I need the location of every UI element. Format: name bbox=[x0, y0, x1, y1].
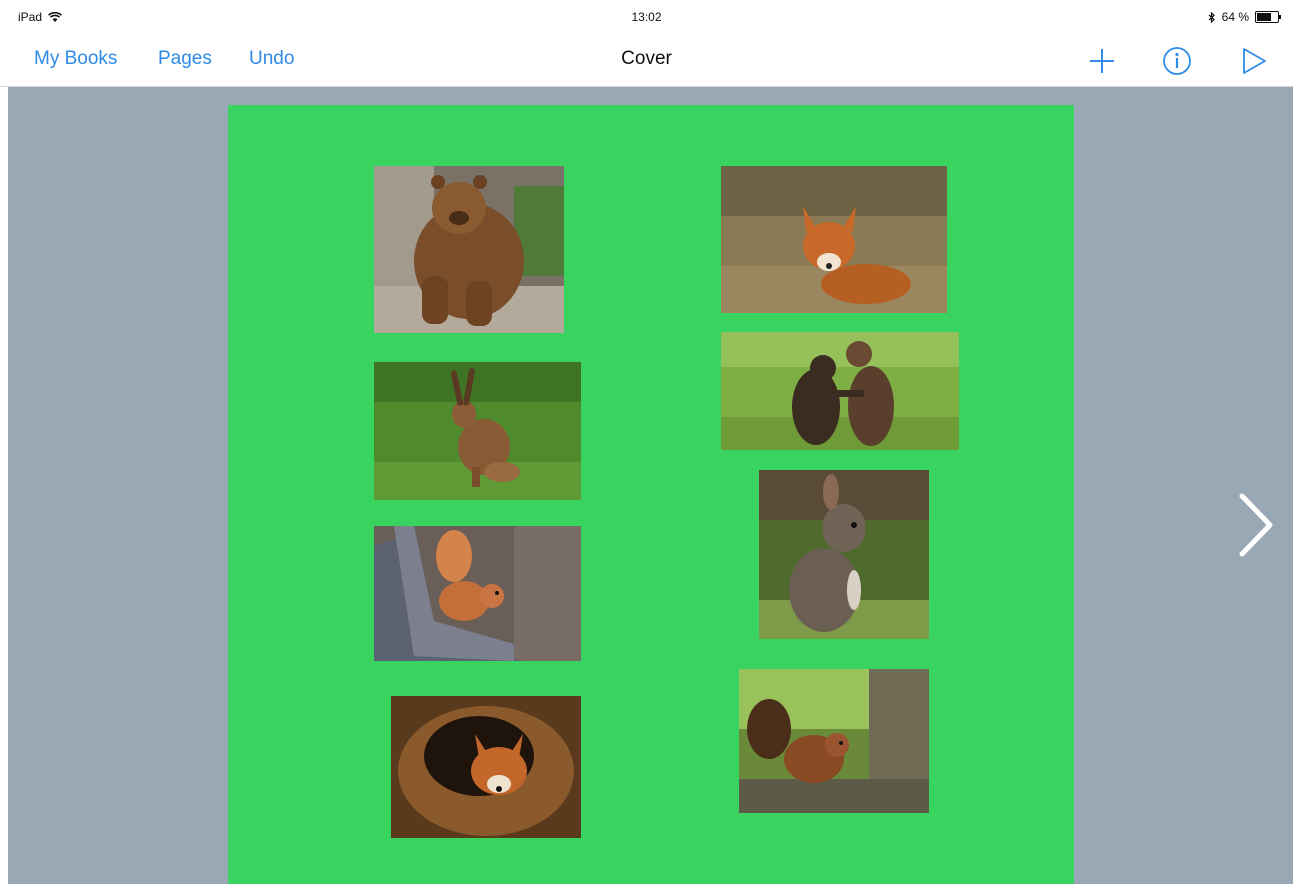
book-page[interactable] bbox=[228, 105, 1074, 884]
rabbit-photo[interactable] bbox=[759, 470, 929, 639]
bluetooth-icon bbox=[1208, 11, 1215, 23]
hare-photo[interactable] bbox=[374, 362, 581, 500]
status-bar: iPad 13:02 64 % bbox=[0, 0, 1293, 36]
bear-cubs-photo[interactable] bbox=[721, 332, 959, 450]
battery-icon bbox=[1255, 11, 1281, 23]
chevron-right-icon[interactable] bbox=[1230, 490, 1280, 560]
fox-in-log-photo[interactable] bbox=[391, 696, 581, 838]
plus-icon[interactable] bbox=[1085, 44, 1119, 78]
play-icon[interactable] bbox=[1237, 44, 1271, 78]
squirrel-photo[interactable] bbox=[374, 526, 581, 661]
squirrel-in-tree-photo[interactable] bbox=[739, 669, 929, 813]
clock: 13:02 bbox=[631, 10, 662, 24]
left-edge bbox=[0, 87, 8, 884]
battery-percent: 64 % bbox=[1221, 10, 1249, 24]
navigation-bar: My Books Pages Undo Cover bbox=[0, 36, 1293, 87]
fox-photo[interactable] bbox=[721, 166, 947, 313]
bear-photo[interactable] bbox=[374, 166, 564, 333]
info-icon[interactable] bbox=[1160, 44, 1194, 78]
